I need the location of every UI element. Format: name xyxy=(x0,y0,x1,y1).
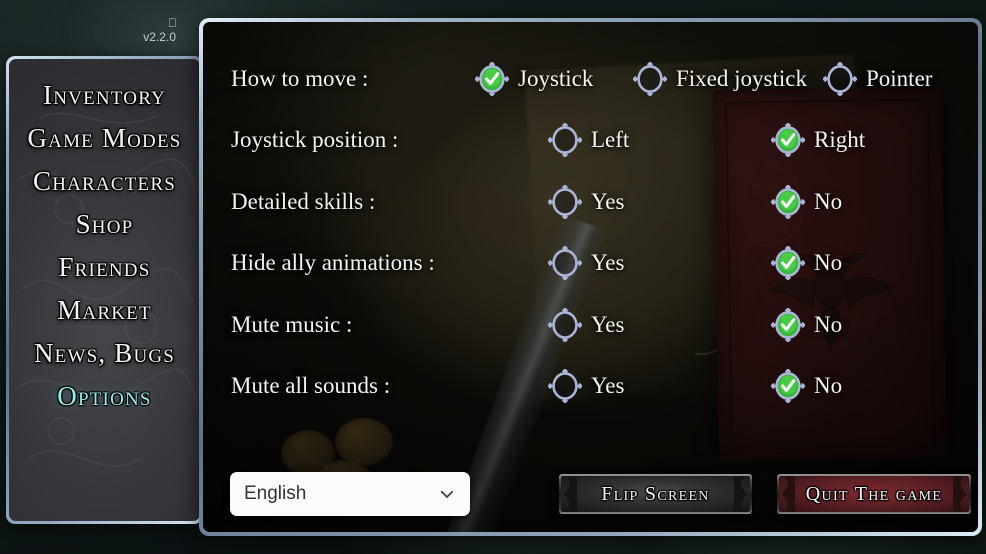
radio-choice-label: Yes xyxy=(591,373,625,399)
radio-choice-label: No xyxy=(814,188,843,214)
option-choice-group: Yes No xyxy=(203,233,978,295)
radio-choice-right[interactable]: Right xyxy=(771,123,866,158)
radio-choice-yes[interactable]: Yes xyxy=(548,184,625,219)
radio-choice-fixed-joystick[interactable]: Fixed joystick xyxy=(633,61,807,96)
button-notch-right xyxy=(953,476,969,512)
sidebar-item-market[interactable]: Market xyxy=(9,292,200,330)
sidebar-item-inventory[interactable]: Inventory xyxy=(9,77,200,115)
sidebar-item-label: Options xyxy=(57,381,152,411)
language-value: English xyxy=(244,483,307,504)
options-panel-inner: How to move : Joystick Fixed joystick Point… xyxy=(203,22,978,532)
sidebar-item-label: Characters xyxy=(33,166,176,196)
option-row: Mute music : Yes No xyxy=(203,294,978,356)
option-row: How to move : Joystick Fixed joystick Point… xyxy=(203,48,978,110)
sidebar-item-options[interactable]: Options xyxy=(9,378,200,416)
sidebar-item-shop[interactable]: Shop xyxy=(9,206,200,244)
radio-choice-label: No xyxy=(814,250,843,276)
sidebar-menu-list: Inventory Game Modes Characters Shop Friends… xyxy=(9,77,200,421)
radio-unselected-icon[interactable] xyxy=(548,369,582,404)
radio-choice-label: No xyxy=(814,373,843,399)
radio-choice-yes[interactable]: Yes xyxy=(548,369,625,404)
version-label: v2.2.0 xyxy=(143,30,176,44)
option-row: Detailed skills : Yes No xyxy=(203,171,978,233)
radio-unselected-icon[interactable] xyxy=(548,184,582,219)
radio-choice-label: No xyxy=(814,311,843,337)
quit-game-button[interactable]: Quit The game xyxy=(777,474,971,514)
radio-choice-label: Left xyxy=(591,127,630,153)
radio-selected-icon[interactable] xyxy=(771,123,805,158)
missing-glyph-icon: ⎕ xyxy=(168,16,176,30)
radio-choice-label: Yes xyxy=(591,188,625,214)
radio-choice-no[interactable]: No xyxy=(771,307,843,342)
options-panel: How to move : Joystick Fixed joystick Point… xyxy=(199,18,982,536)
radio-choice-pointer[interactable]: Pointer xyxy=(823,61,933,96)
option-choice-group: Yes No xyxy=(203,356,978,418)
sidebar-item-label: Friends xyxy=(58,252,151,282)
options-footer: English Flip Screen Quit The game xyxy=(203,472,978,518)
radio-unselected-icon[interactable] xyxy=(548,246,582,281)
radio-choice-label: Fixed joystick xyxy=(676,65,807,91)
option-row: Joystick position : Left Right xyxy=(203,110,978,172)
quit-game-label: Quit The game xyxy=(805,482,943,505)
radio-selected-icon[interactable] xyxy=(771,184,805,219)
sidebar-item-label: Inventory xyxy=(43,80,166,110)
game-options-screen: ⎕ v2.2.0 Inventory Game Modes Characters Sh… xyxy=(0,0,986,554)
option-row: Hide ally animations : Yes No xyxy=(203,233,978,295)
radio-choice-no[interactable]: No xyxy=(771,369,843,404)
radio-choice-yes[interactable]: Yes xyxy=(548,307,625,342)
radio-selected-icon[interactable] xyxy=(771,246,805,281)
sidebar-item-label: Shop xyxy=(75,209,134,239)
option-choice-group: Joystick Fixed joystick Pointer xyxy=(203,48,978,110)
chevron-down-icon xyxy=(440,490,454,498)
radio-selected-icon[interactable] xyxy=(771,369,805,404)
sidebar-panel: Inventory Game Modes Characters Shop Friends… xyxy=(6,56,203,524)
sidebar-item-label: Game Modes xyxy=(27,123,182,153)
radio-selected-icon[interactable] xyxy=(475,61,509,96)
option-choice-group: Left Right xyxy=(203,110,978,172)
radio-choice-label: Yes xyxy=(591,250,625,276)
radio-selected-icon[interactable] xyxy=(771,307,805,342)
radio-choice-label: Pointer xyxy=(866,65,933,91)
sidebar-item-news-bugs[interactable]: News, Bugs xyxy=(9,335,200,373)
radio-unselected-icon[interactable] xyxy=(548,307,582,342)
radio-choice-label: Yes xyxy=(591,311,625,337)
flip-screen-button[interactable]: Flip Screen xyxy=(559,474,752,514)
radio-choice-no[interactable]: No xyxy=(771,246,843,281)
button-notch-right xyxy=(734,476,750,512)
radio-unselected-icon[interactable] xyxy=(548,123,582,158)
button-notch-left xyxy=(561,476,577,512)
flip-screen-label: Flip Screen xyxy=(601,482,710,505)
radio-unselected-icon[interactable] xyxy=(823,61,857,96)
radio-choice-label: Joystick xyxy=(518,65,594,91)
option-choice-group: Yes No xyxy=(203,171,978,233)
radio-choice-no[interactable]: No xyxy=(771,184,843,219)
radio-choice-yes[interactable]: Yes xyxy=(548,246,625,281)
radio-unselected-icon[interactable] xyxy=(633,61,667,96)
option-row: Mute all sounds : Yes No xyxy=(203,356,978,418)
radio-choice-label: Right xyxy=(814,127,866,153)
radio-choice-left[interactable]: Left xyxy=(548,123,630,158)
options-rows: How to move : Joystick Fixed joystick Point… xyxy=(203,22,978,532)
sidebar-item-label: News, Bugs xyxy=(33,338,176,368)
sidebar-item-friends[interactable]: Friends xyxy=(9,249,200,287)
quit-game-button-face: Quit The game xyxy=(779,476,969,512)
language-select[interactable]: English xyxy=(230,472,470,516)
sidebar-item-label: Market xyxy=(57,295,152,325)
flip-screen-button-face: Flip Screen xyxy=(561,476,750,512)
sidebar-item-game-modes[interactable]: Game Modes xyxy=(9,120,200,158)
sidebar-item-characters[interactable]: Characters xyxy=(9,163,200,201)
sidebar-inner: Inventory Game Modes Characters Shop Friends… xyxy=(9,59,200,521)
radio-choice-joystick[interactable]: Joystick xyxy=(475,61,594,96)
option-choice-group: Yes No xyxy=(203,294,978,356)
version-block: ⎕ v2.2.0 xyxy=(116,16,176,45)
button-notch-left xyxy=(779,476,795,512)
